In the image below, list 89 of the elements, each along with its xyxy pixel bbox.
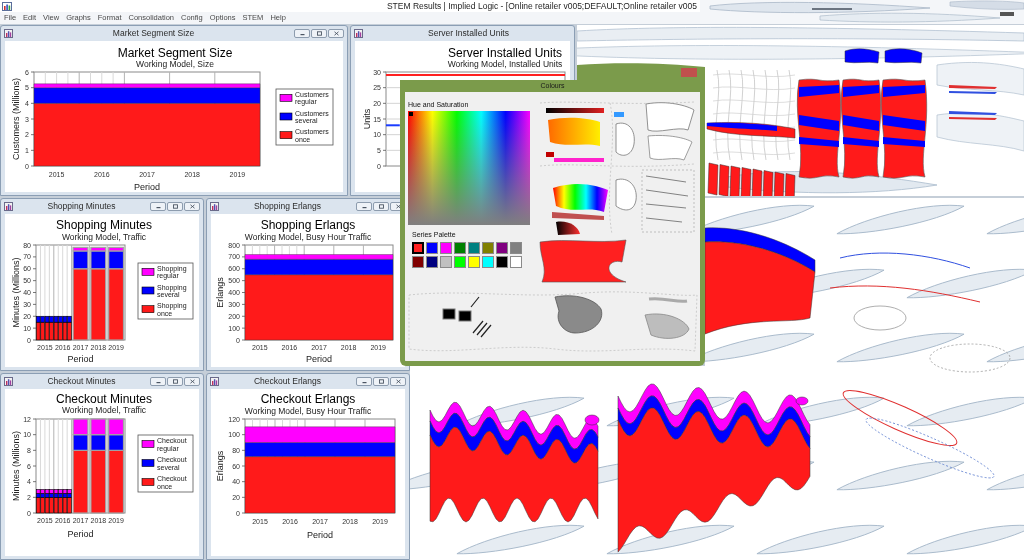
palette-swatch[interactable] (440, 256, 452, 268)
maximize-button[interactable] (167, 202, 183, 211)
chart-icon (354, 29, 363, 38)
chart-title: Shopping Minutes (55, 218, 153, 232)
axis-title: Minutes (Millions) (11, 257, 21, 328)
chart-title: Checkout Erlangs (260, 392, 356, 406)
maximize-icon (377, 379, 385, 384)
chart-title: Shopping Erlangs (260, 218, 356, 232)
bar-segment (90, 418, 107, 436)
minimize-button[interactable] (356, 377, 372, 386)
minimize-icon (360, 379, 368, 384)
bar-segment (108, 418, 125, 436)
axis-title: Period (306, 354, 332, 364)
minimize-icon (360, 204, 368, 209)
close-icon (332, 31, 340, 36)
line-series (385, 124, 401, 127)
chart-title: Market Segment Size (117, 46, 233, 60)
close-icon (394, 204, 402, 209)
hue-saturation-field[interactable] (408, 111, 530, 225)
legend-box (275, 88, 334, 146)
palette-swatch[interactable] (426, 256, 438, 268)
maximize-button[interactable] (311, 29, 327, 38)
window-title: Shopping Erlangs (252, 200, 323, 213)
chart-title: Server Installed Units (448, 46, 562, 60)
palette-swatch[interactable] (482, 242, 494, 254)
palette-swatch[interactable] (496, 256, 508, 268)
picker-marker-icon[interactable] (409, 112, 413, 116)
palette-swatch[interactable] (412, 256, 424, 268)
chart-subtitle: Working Model, Traffic (61, 232, 147, 242)
maximize-icon (315, 31, 323, 36)
palette-swatch[interactable] (482, 256, 494, 268)
minimize-button[interactable] (294, 29, 310, 38)
minimize-button[interactable] (356, 202, 372, 211)
close-icon (188, 379, 196, 384)
window-title: STEM Results | Implied Logic - [Online retailer v005;DEFAULT;Online retailer v005 (386, 0, 697, 12)
chart-subtitle: Working Model, Installed Units (447, 59, 563, 69)
window-title: Market Segment Size (111, 27, 196, 40)
minimize-button[interactable] (150, 202, 166, 211)
axis-title: Units (362, 108, 372, 130)
window-title: Shopping Minutes (46, 200, 117, 213)
close-icon (394, 379, 402, 384)
minimize-button[interactable] (150, 377, 166, 386)
palette-swatch[interactable] (454, 256, 466, 268)
chart-icon (210, 377, 219, 386)
palette-swatch[interactable] (496, 242, 508, 254)
close-icon (188, 204, 196, 209)
axis-title: Minutes (Millions) (11, 431, 21, 501)
axis-title: Erlangs (215, 277, 225, 308)
palette-swatch[interactable] (510, 256, 522, 268)
minimize-icon (298, 31, 306, 36)
chart-icon (4, 202, 13, 211)
chart-subtitle: Working Model, Size (136, 59, 214, 69)
axis-title: Period (307, 530, 333, 540)
chart-subtitle: Working Model, Traffic (61, 405, 147, 415)
palette-swatch[interactable] (426, 242, 438, 254)
maximize-icon (171, 379, 179, 384)
minimize-icon (154, 379, 162, 384)
maximize-button[interactable] (373, 202, 389, 211)
axis-title: Period (67, 529, 94, 539)
chart-icon (4, 377, 13, 386)
close-button[interactable] (184, 202, 200, 211)
chart-icon (4, 29, 13, 38)
maximize-icon (171, 204, 179, 209)
axis-title: Erlangs (215, 450, 225, 482)
palette-swatch[interactable] (468, 256, 480, 268)
maximize-button[interactable] (167, 377, 183, 386)
palette-swatch[interactable] (412, 242, 424, 254)
window-title: Checkout Minutes (46, 375, 117, 388)
legend-box (137, 434, 194, 493)
palette-swatch[interactable] (454, 242, 466, 254)
axis-title: Period (134, 182, 160, 192)
axis-title: Period (67, 354, 94, 364)
close-button[interactable] (328, 29, 344, 38)
bar-segment (72, 418, 89, 436)
minimize-icon (154, 204, 162, 209)
chart-title: Checkout Minutes (56, 392, 152, 406)
palette-swatch[interactable] (468, 242, 480, 254)
window-title: Server Installed Units (427, 27, 510, 40)
axis-title: Customers (Millions) (11, 78, 21, 160)
maximize-icon (377, 204, 385, 209)
palette-swatch[interactable] (510, 242, 522, 254)
maximize-button[interactable] (373, 377, 389, 386)
window-title: Checkout Erlangs (252, 375, 323, 388)
close-button[interactable] (390, 377, 406, 386)
close-button[interactable] (184, 377, 200, 386)
chart-subtitle: Working Model, Busy Hour Traffic (244, 406, 372, 416)
chart-subtitle: Working Model, Busy Hour Traffic (244, 232, 372, 242)
palette-swatch[interactable] (440, 242, 452, 254)
chart-icon (210, 202, 219, 211)
